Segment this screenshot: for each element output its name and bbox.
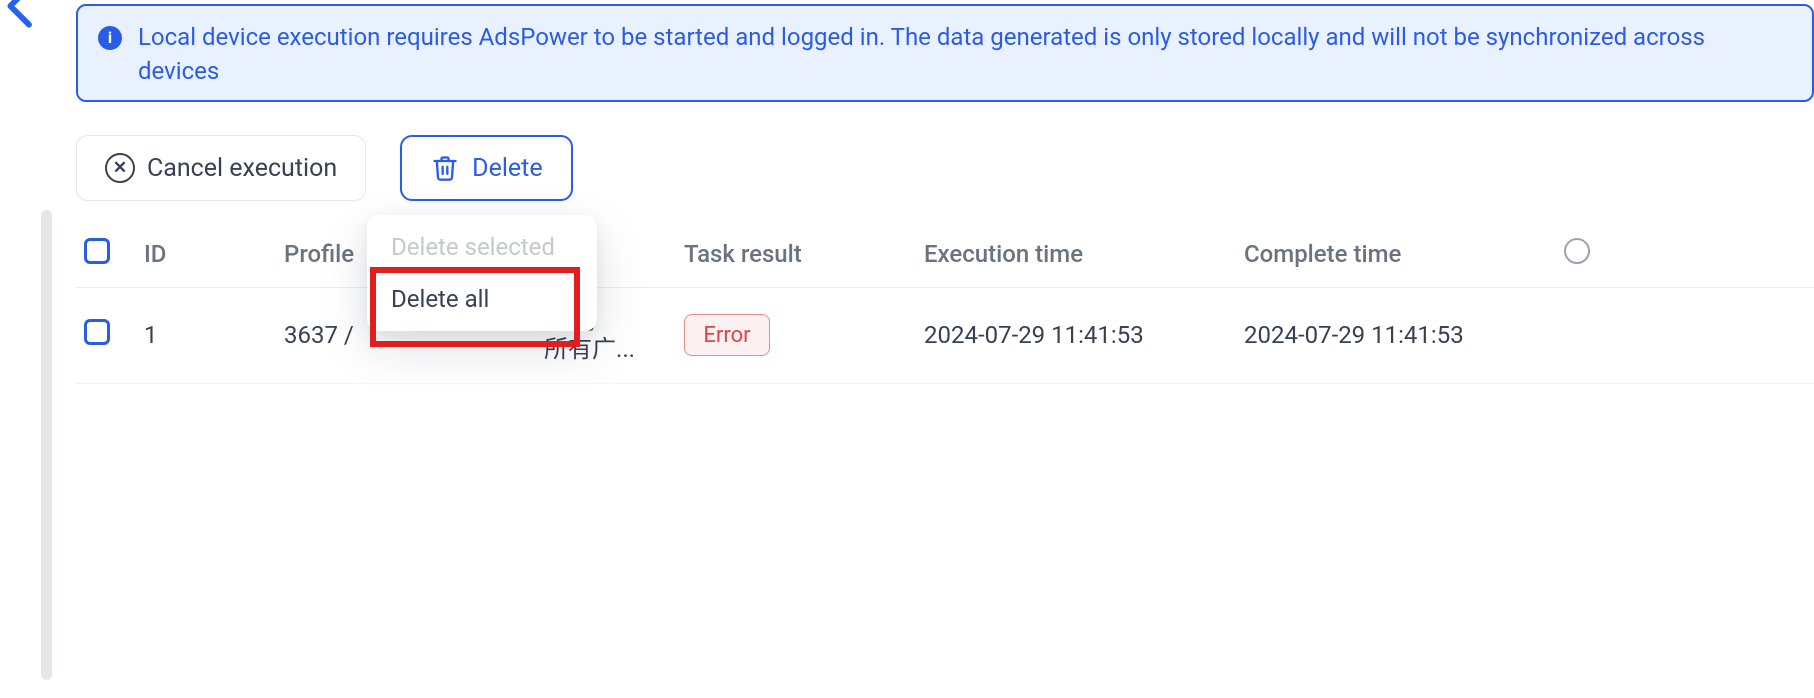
- back-chevron-icon[interactable]: [0, 0, 50, 34]
- column-header-id: ID: [136, 221, 276, 287]
- cell-execution-time: 2024-07-29 11:41:53: [916, 287, 1236, 383]
- table-header-row: ID Profile cess Task result Execution ti…: [76, 221, 1814, 287]
- menu-item-label: Delete selected: [391, 233, 555, 261]
- delete-dropdown-menu: Delete selected Delete all: [367, 215, 597, 331]
- column-header-extra: [1556, 221, 1814, 287]
- column-header-checkbox: [76, 221, 136, 287]
- trash-icon: [430, 153, 460, 183]
- cell-id: 1: [136, 287, 276, 383]
- cancel-execution-label: Cancel execution: [147, 154, 337, 183]
- column-header-complete-time: Complete time: [1236, 221, 1556, 287]
- delete-button-label: Delete: [472, 154, 542, 183]
- info-banner: i Local device execution requires AdsPow…: [76, 4, 1814, 102]
- select-all-checkbox[interactable]: [84, 238, 110, 264]
- menu-item-delete-all[interactable]: Delete all: [367, 273, 597, 325]
- cancel-execution-button[interactable]: ✕ Cancel execution: [76, 135, 366, 201]
- cell-process-line2: 所有广...: [544, 335, 668, 363]
- status-badge-error: Error: [684, 314, 770, 356]
- row-checkbox[interactable]: [84, 319, 110, 345]
- info-icon: i: [98, 26, 122, 50]
- cancel-icon: ✕: [105, 153, 135, 183]
- cell-extra: [1556, 287, 1814, 383]
- menu-item-label: Delete all: [391, 285, 489, 313]
- table-row: 1 3637 / FB的 所有广... Error 2024-07-29 11:…: [76, 287, 1814, 383]
- cell-task-result: Error: [676, 287, 916, 383]
- info-banner-text: Local device execution requires AdsPower…: [138, 23, 1705, 85]
- column-header-execution-time: Execution time: [916, 221, 1236, 287]
- vertical-scrollbar[interactable]: [41, 210, 52, 680]
- toolbar: ✕ Cancel execution Delete: [76, 135, 573, 201]
- partial-circle-icon: [1564, 238, 1590, 264]
- column-header-task-result: Task result: [676, 221, 916, 287]
- delete-button[interactable]: Delete: [400, 135, 572, 201]
- task-table: ID Profile cess Task result Execution ti…: [76, 221, 1814, 384]
- menu-item-delete-selected: Delete selected: [367, 221, 597, 273]
- cell-complete-time: 2024-07-29 11:41:53: [1236, 287, 1556, 383]
